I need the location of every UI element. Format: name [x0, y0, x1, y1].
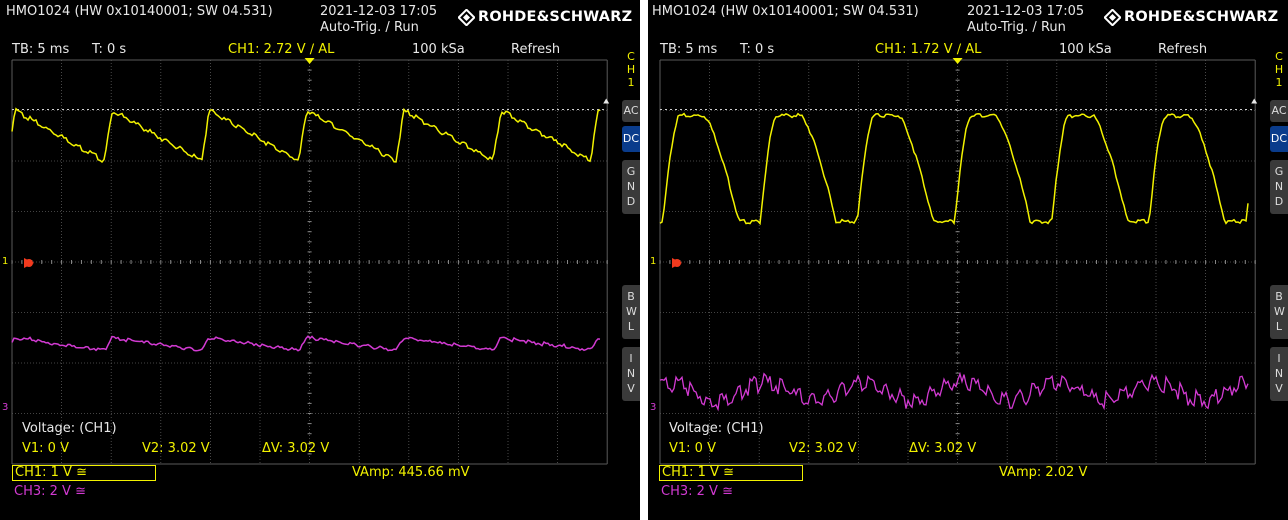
- inv-button[interactable]: INV: [622, 347, 640, 401]
- ch1-ground-marker: [672, 258, 682, 268]
- measure-title: Voltage: (CH1): [669, 421, 764, 436]
- ch1-trace: [11, 107, 601, 164]
- coupling-gnd-button[interactable]: GND: [1270, 160, 1288, 214]
- measure-v1: V1: 0 V: [669, 441, 716, 456]
- scope-screen-left: HMO1024 (HW 0x10140001; SW 04.531) 2021-…: [0, 0, 640, 520]
- ch1-scale-box[interactable]: CH1: 1 V ≅: [659, 465, 803, 481]
- ch3-trace: [11, 335, 601, 352]
- coupling-ac-button[interactable]: AC: [1270, 100, 1288, 122]
- trigger-marker: [952, 58, 963, 64]
- measure-v2: V2: 3.02 V: [142, 441, 210, 456]
- ch1-scale-box[interactable]: CH1: 1 V ≅: [12, 465, 156, 481]
- scope-screen-right: HMO1024 (HW 0x10140001; SW 04.531) 2021-…: [648, 0, 1288, 520]
- grid-ticks: [659, 59, 1256, 455]
- measure-v2: V2: 3.02 V: [789, 441, 857, 456]
- channel-tab[interactable]: C H 1: [1272, 50, 1286, 89]
- measure-title: Voltage: (CH1): [22, 421, 117, 436]
- ch3-marker: 3: [2, 402, 9, 413]
- inv-button[interactable]: INV: [1270, 347, 1288, 401]
- measure-delta-v: ΔV: 3.02 V: [262, 441, 330, 456]
- ch1-trace: [659, 112, 1249, 226]
- ch1-marker: 1: [650, 256, 657, 267]
- ch1-marker: 1: [2, 256, 9, 267]
- coupling-dc-button[interactable]: DC: [1270, 126, 1288, 152]
- ch3-marker: 3: [650, 402, 657, 413]
- measure-v1: V1: 0 V: [22, 441, 69, 456]
- grid-ticks: [11, 59, 608, 455]
- bwl-button[interactable]: BWL: [622, 285, 640, 339]
- ch3-scale[interactable]: CH3: 2 V ≅: [661, 484, 733, 500]
- ch1-scale: CH1: 1 V ≅: [15, 465, 87, 480]
- coupling-ac-button[interactable]: AC: [622, 100, 640, 122]
- ch3-scale[interactable]: CH3: 2 V ≅: [14, 484, 86, 500]
- coupling-gnd-button[interactable]: GND: [622, 160, 640, 214]
- channel-tab[interactable]: C H 1: [624, 50, 638, 89]
- coupling-dc-button[interactable]: DC: [622, 126, 640, 152]
- measure-delta-v: ΔV: 3.02 V: [909, 441, 977, 456]
- ch3-trace: [659, 371, 1249, 412]
- vamp-measurement: VAmp: 2.02 V: [999, 465, 1088, 480]
- vamp-measurement: VAmp: 445.66 mV: [352, 465, 470, 480]
- ch1-scale: CH1: 1 V ≅: [662, 465, 734, 480]
- bwl-button[interactable]: BWL: [1270, 285, 1288, 339]
- ch1-ground-marker: [24, 258, 34, 268]
- trigger-marker: [304, 58, 315, 64]
